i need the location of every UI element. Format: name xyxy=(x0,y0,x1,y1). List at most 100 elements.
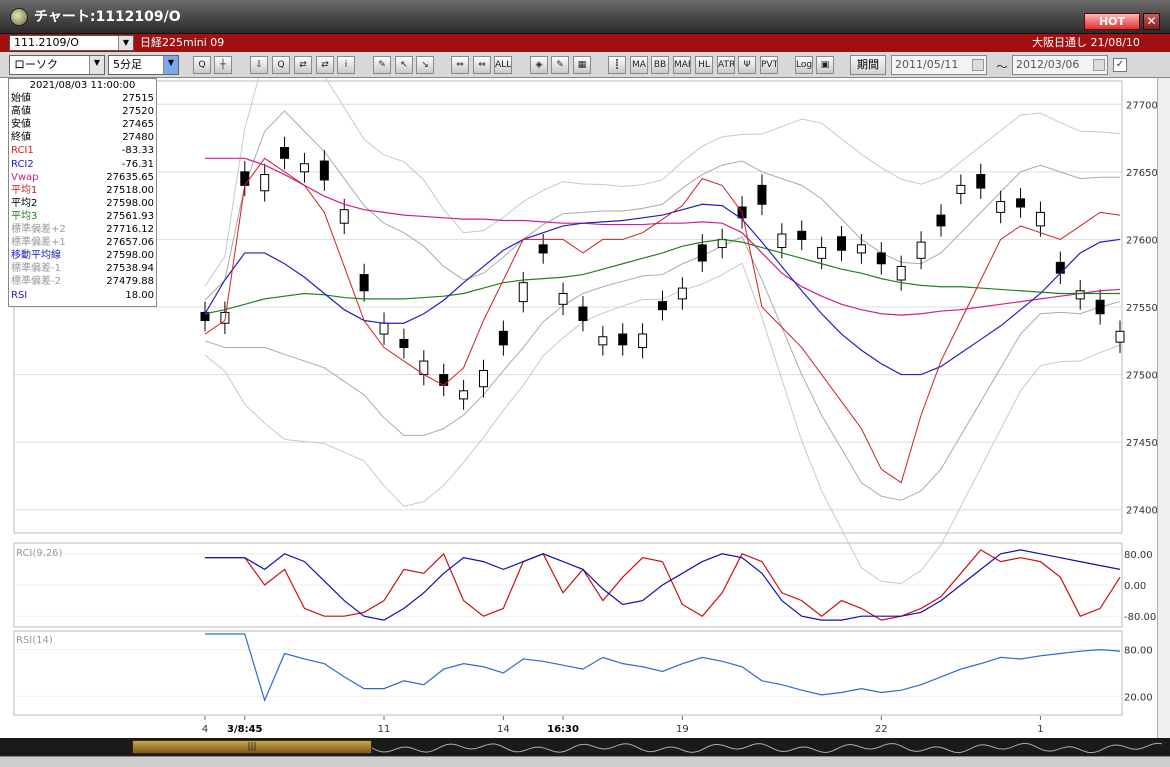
date-range-separator: ～ xyxy=(996,60,1009,74)
info-row: 終値 27480 xyxy=(11,131,154,144)
tool-button[interactable]: ALL xyxy=(494,56,512,74)
candle xyxy=(299,163,309,173)
info-value: 18.00 xyxy=(125,289,154,301)
y-tick-label: 27500 xyxy=(1126,371,1157,382)
info-label: 平均2 xyxy=(11,197,38,209)
tool-button[interactable]: ◈ xyxy=(530,56,548,74)
candle xyxy=(379,322,389,335)
candle xyxy=(280,147,290,159)
symbol-select[interactable]: 111.2109/O ▼ xyxy=(9,35,134,51)
y-tick-label: 27550 xyxy=(1126,303,1157,314)
bollinger-upper1 xyxy=(204,110,1120,301)
date-to-field[interactable]: 2012/03/06 xyxy=(1012,55,1108,75)
rci-tick-label: -80.00 xyxy=(1124,612,1156,623)
tool-button[interactable]: PVT xyxy=(760,56,778,74)
x-tick-label: 16:30 xyxy=(547,724,579,735)
info-value: 27598.00 xyxy=(106,250,154,262)
info-panel: 2021/08/03 11:00:00 始値 27515 高値 27520 安値 2746… xyxy=(8,78,157,307)
info-value: 27480 xyxy=(122,132,154,144)
tool-button[interactable]: Ψ xyxy=(738,56,756,74)
candle xyxy=(1095,299,1105,315)
tool-button[interactable]: Q xyxy=(193,56,211,74)
candle xyxy=(916,241,926,259)
chevron-down-icon[interactable]: ▼ xyxy=(89,56,104,74)
overview-wave xyxy=(372,742,1162,754)
rsi-tick-label: 80.00 xyxy=(1124,646,1153,657)
tool-button[interactable]: i xyxy=(337,56,355,74)
chart-area: 27400 27450 27500 27550 27600 27650 27700 80.00… xyxy=(13,78,1157,735)
tool-button[interactable]: ↖ xyxy=(395,56,413,74)
info-row: 標準偏差+2 27716.12 xyxy=(11,223,154,236)
x-tick-label: 1 xyxy=(1037,724,1043,735)
candle xyxy=(837,236,847,251)
close-icon: ✕ xyxy=(1146,14,1157,28)
candle xyxy=(717,238,727,249)
tool-button[interactable]: ⇄ xyxy=(316,56,334,74)
info-label: 標準偏差-1 xyxy=(11,263,61,275)
tool-button[interactable]: BB xyxy=(651,56,669,74)
symbol-code: 111.2109/O xyxy=(14,36,79,49)
candle xyxy=(996,201,1006,213)
tool-button[interactable]: ↘ xyxy=(416,56,434,74)
tool-button[interactable]: ┋ xyxy=(608,56,626,74)
candle xyxy=(697,244,707,262)
instrument-name: 日経225mini 09 xyxy=(140,36,225,49)
candle xyxy=(1055,261,1065,274)
tool-button[interactable]: Q xyxy=(272,56,290,74)
candle xyxy=(1115,330,1125,343)
tool-button[interactable]: MA xyxy=(630,56,648,74)
period-button[interactable]: 期間 xyxy=(850,55,886,75)
candle xyxy=(339,209,349,224)
tool-button[interactable]: ⇔ xyxy=(473,56,491,74)
tool-button[interactable]: Log xyxy=(795,56,813,74)
tool-button[interactable]: ⇩ xyxy=(250,56,268,74)
scroll-thumb[interactable]: ||| xyxy=(132,740,372,754)
apply-checkbox[interactable]: ✓ xyxy=(1113,58,1127,72)
candle xyxy=(638,333,648,349)
info-label: 平均1 xyxy=(11,184,38,196)
chevron-down-icon[interactable]: ▼ xyxy=(163,56,178,74)
candle xyxy=(478,370,488,388)
candle xyxy=(240,171,250,186)
date-from-field[interactable]: 2011/05/11 xyxy=(891,55,987,75)
candle xyxy=(319,160,329,181)
candle xyxy=(459,390,469,400)
vertical-scrollbar[interactable] xyxy=(1157,78,1170,738)
hot-button[interactable]: HOT xyxy=(1084,13,1140,30)
calendar-icon[interactable] xyxy=(1093,59,1105,71)
chart-type-select[interactable]: ローソク ▼ xyxy=(9,55,105,75)
info-row: 平均2 27598.00 xyxy=(11,197,154,210)
tool-button[interactable]: ▦ xyxy=(573,56,591,74)
tool-button[interactable]: ⇄ xyxy=(294,56,312,74)
tool-button[interactable]: ATR xyxy=(717,56,735,74)
rsi-label: RSI(14) xyxy=(16,635,53,646)
tool-button[interactable]: ✎ xyxy=(373,56,391,74)
info-row: 始値 27515 xyxy=(11,92,154,105)
interval-select[interactable]: 5分足 ▼ xyxy=(108,55,179,75)
x-tick-label: 3/8:45 xyxy=(227,724,263,735)
chevron-down-icon[interactable]: ▼ xyxy=(118,36,133,50)
candle xyxy=(817,247,827,259)
tool-button[interactable]: ┼ xyxy=(214,56,232,74)
title-bar: チャート:1112109/O HOT ✕ xyxy=(0,0,1170,34)
close-button[interactable]: ✕ xyxy=(1143,13,1160,30)
candle xyxy=(399,338,409,349)
window-bottom-edge xyxy=(0,756,1170,767)
info-value: 27716.12 xyxy=(106,224,154,236)
panel-frame xyxy=(13,630,1123,716)
grip-icon: ||| xyxy=(247,742,257,752)
calendar-icon[interactable] xyxy=(972,59,984,71)
tool-button[interactable]: ▣ xyxy=(816,56,834,74)
y-tick-label: 27450 xyxy=(1126,438,1157,449)
symbol-bar: 111.2109/O ▼ 日経225mini 09 大阪日通し 21/08/10 xyxy=(0,34,1170,52)
tool-button[interactable]: ✎ xyxy=(551,56,569,74)
x-tick-label: 11 xyxy=(378,724,391,735)
info-value: 27561.93 xyxy=(106,210,154,222)
tool-button[interactable]: HL xyxy=(695,56,713,74)
tool-button[interactable]: MAE xyxy=(673,56,691,74)
candle xyxy=(896,265,906,281)
y-tick-label: 27400 xyxy=(1126,506,1157,517)
tool-button[interactable]: ⇔ xyxy=(451,56,469,74)
info-value: 27538.94 xyxy=(106,263,154,275)
info-row: 安値 27465 xyxy=(11,118,154,131)
